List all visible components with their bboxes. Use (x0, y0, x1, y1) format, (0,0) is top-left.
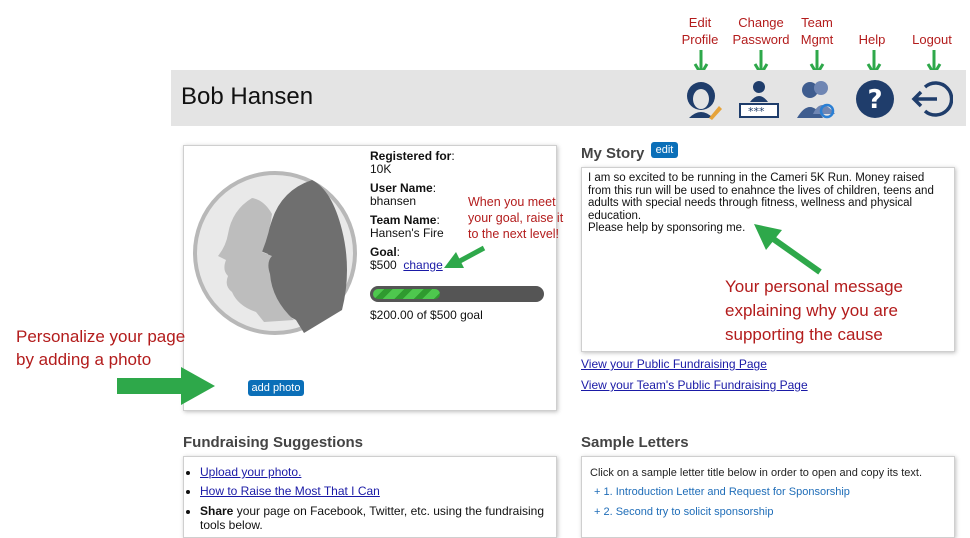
edit-profile-icon[interactable] (681, 78, 723, 120)
team-public-page-link[interactable]: View your Team's Public Fundraising Page (581, 378, 808, 392)
goal-progress-text: $200.00 of $500 goal (370, 308, 483, 322)
photo-arrow-icon (117, 367, 215, 405)
public-page-link[interactable]: View your Public Fundraising Page (581, 357, 767, 371)
list-item: How to Raise the Most That I Can (200, 482, 556, 501)
page-title: Bob Hansen (181, 83, 314, 110)
username-label: User Name (370, 181, 433, 195)
letter-2-link[interactable]: + 2. Second try to solicit sponsorship (594, 506, 773, 518)
list-item: Upload your photo. (200, 463, 556, 482)
goal-annotation: When you meet your goal, raise it to the… (468, 195, 564, 241)
change-password-icon[interactable]: ***_ (738, 78, 780, 120)
photo-annotation: Personalize your page by adding a photo (16, 327, 186, 369)
goal-value: $500 (370, 258, 397, 272)
team-management-icon[interactable] (795, 78, 837, 120)
raise-most-link[interactable]: How to Raise the Most That I Can (200, 484, 380, 498)
username-value: bhansen (370, 194, 417, 208)
label-logout: Logout (912, 32, 952, 47)
letter-1-link[interactable]: + 1. Introduction Letter and Request for… (594, 486, 850, 498)
sample-letters-box: Click on a sample letter title below in … (581, 456, 955, 538)
sample-letters-title: Sample Letters (581, 434, 689, 451)
my-story-title: My Story (581, 145, 645, 162)
list-item: Share your page on Facebook, Twitter, et… (200, 501, 556, 532)
fundraising-title: Fundraising Suggestions (183, 434, 364, 451)
goal-label: Goal (370, 245, 397, 259)
edit-story-button[interactable]: edit (651, 142, 678, 158)
fundraising-list: Upload your photo. How to Raise the Most… (184, 463, 556, 532)
letters-intro: Click on a sample letter title below in … (590, 467, 923, 479)
profile-header: Bob Hansen ***_ ? (171, 70, 966, 126)
message-annotation: Your personal message explaining why you… (725, 277, 903, 344)
change-goal-link[interactable]: change (403, 258, 442, 272)
logout-icon[interactable] (911, 78, 953, 120)
goal-progress-fill (373, 289, 440, 299)
svg-text:?: ? (867, 85, 882, 115)
svg-text:***_: ***_ (748, 105, 771, 118)
goal-arrow-icon (444, 245, 486, 268)
help-icon[interactable]: ? (854, 78, 896, 120)
profile-photo-placeholder[interactable] (192, 170, 358, 336)
add-photo-button[interactable]: add photo (248, 380, 304, 396)
goal-progress-bar (370, 286, 544, 302)
upload-photo-link[interactable]: Upload your photo. (200, 465, 301, 479)
registered-value: 10K (370, 162, 392, 176)
message-arrow-icon (754, 224, 822, 275)
fundraising-box: Upload your photo. How to Raise the Most… (183, 456, 557, 538)
registered-label: Registered for (370, 149, 452, 163)
team-value: Hansen's Fire (370, 226, 444, 240)
profile-card: Registered for: 10K User Name: bhansen T… (183, 145, 557, 411)
team-label: Team Name (370, 213, 437, 227)
